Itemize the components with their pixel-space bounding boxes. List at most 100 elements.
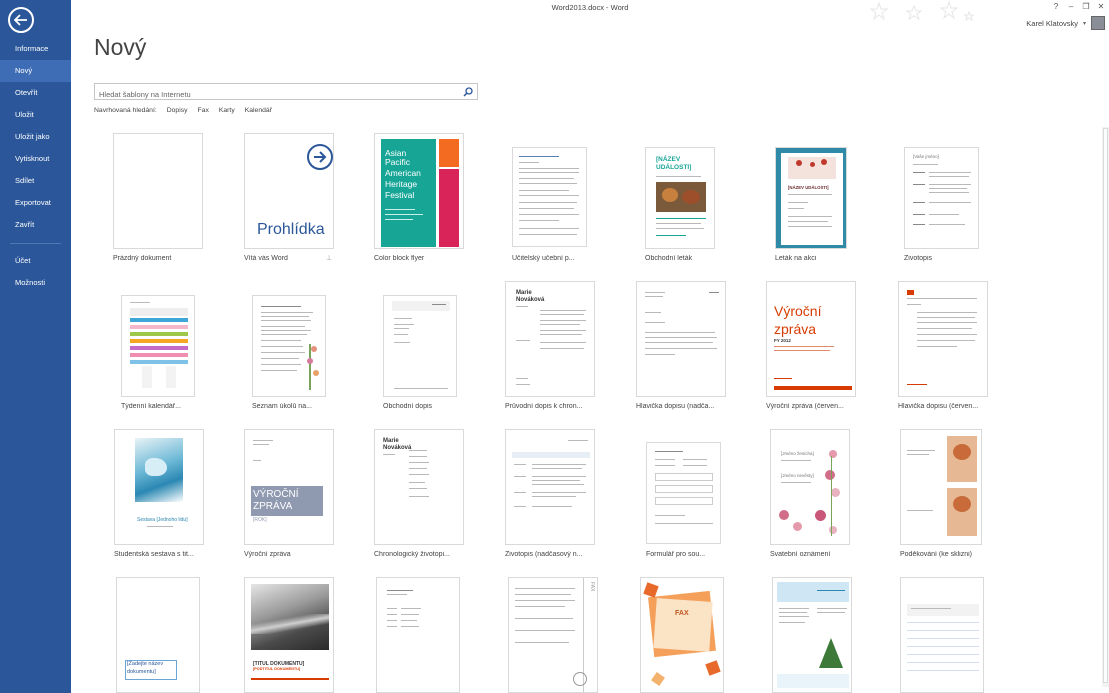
template-label: Hlavička dopisu (červen...: [898, 403, 979, 410]
template-label: Výroční zpráva: [244, 551, 291, 558]
template-label: Výroční zpráva (červen...: [766, 403, 844, 410]
pin-icon[interactable]: ⊥: [326, 254, 332, 262]
template-thumb-photo-title[interactable]: [TITUL DOKUMENTU] [PODTITUL DOKUMENTU]: [244, 577, 334, 693]
preview-line: Festival: [385, 190, 415, 200]
template-thumb-letterhead-red[interactable]: [898, 281, 988, 397]
template-thumb-business-flyer[interactable]: [NÁZEV UDÁLOSTI]: [645, 147, 715, 249]
template-thumb-thanksgiving[interactable]: [900, 429, 982, 545]
search-icon[interactable]: [463, 87, 473, 97]
template-label: Hlavička dopisu (nadča...: [636, 403, 715, 410]
template-thumb-title-doc[interactable]: [Zadejte název dokumentu]: [116, 577, 200, 693]
template-thumb-teacher[interactable]: [512, 147, 587, 247]
user-account[interactable]: Karel Klatovsky ▾: [1026, 16, 1105, 30]
preview-line: ZPRÁVA: [253, 501, 293, 512]
nav-item-ucet[interactable]: Účet: [0, 250, 71, 272]
close-button[interactable]: ✕: [1097, 2, 1105, 12]
template-thumb-wedding[interactable]: [Jméno ženicha] [Jméno nevěsty]: [770, 429, 850, 545]
template-label: Životopis: [904, 255, 933, 262]
template-label: Obchodní dopis: [383, 403, 433, 410]
template-thumb-newsletter[interactable]: [772, 577, 852, 693]
preview-line: American: [385, 168, 421, 178]
stars-background-icon: [869, 0, 975, 22]
template-search-input[interactable]: [95, 87, 455, 102]
preview-line: [Jméno ženicha]: [781, 451, 814, 456]
template-label: Prázdný dokument: [113, 255, 172, 262]
nav-item-vytisknout[interactable]: Vytisknout: [0, 148, 71, 170]
preview-line: VÝROČNÍ: [253, 489, 299, 500]
template-label: Studentská sestava s tit...: [114, 551, 194, 558]
preview-line: Marie: [516, 290, 532, 296]
page-title: Nový: [94, 34, 147, 60]
template-thumb-blank[interactable]: [113, 133, 203, 249]
template-label: Učitelský učební p...: [512, 255, 575, 262]
backstage-sidebar: Informace Nový Otevřít Uložit Uložit jak…: [0, 0, 71, 693]
nav-item-ulozit-jako[interactable]: Uložit jako: [0, 126, 71, 148]
template-thumb-chrono-resume[interactable]: Marie Nováková: [374, 429, 464, 545]
scrollbar-thumb[interactable]: [1103, 128, 1108, 683]
template-thumb-fax-vertical[interactable]: FAX: [508, 577, 598, 693]
nav-item-informace[interactable]: Informace: [0, 38, 71, 60]
arrow-right-circle-icon: [307, 144, 333, 170]
nav-item-sdilet[interactable]: Sdílet: [0, 170, 71, 192]
template-label: Životopis (nadčasový n...: [505, 551, 583, 558]
nav-divider: [10, 243, 61, 244]
template-thumb-business-letter[interactable]: [383, 295, 457, 397]
preview-line: [PODTITUL DOKUMENTU]: [253, 667, 301, 671]
back-button[interactable]: [8, 7, 34, 33]
nav-item-otevrit[interactable]: Otevřít: [0, 82, 71, 104]
template-thumb-welcome[interactable]: Prohlídka: [244, 133, 334, 249]
arrow-left-icon: [14, 14, 27, 26]
user-name: Karel Klatovsky: [1026, 18, 1078, 28]
avatar: [1091, 16, 1105, 30]
template-thumb-notebook[interactable]: [900, 577, 984, 693]
template-thumb-student-report[interactable]: Sestava [Jednoho lidu]: [114, 429, 204, 545]
preview-line: Heritage: [385, 179, 418, 189]
template-label: Seznam úkolů na...: [252, 403, 312, 410]
template-thumb-cover-letter[interactable]: Marie Nováková: [505, 281, 595, 397]
nav-item-ulozit[interactable]: Uložit: [0, 104, 71, 126]
preview-line: Sestava [Jednoho lidu]: [137, 517, 188, 523]
suggested-label: Navrhovaná hledání:: [94, 107, 157, 114]
template-label: Formulář pro sou...: [646, 551, 706, 558]
preview-line: FAX: [675, 610, 689, 617]
template-thumb-memo[interactable]: [376, 577, 460, 693]
template-label: Vítá vás Word: [244, 255, 288, 262]
preview-line: Nováková: [383, 445, 412, 451]
minimize-button[interactable]: –: [1067, 2, 1075, 12]
template-thumb-annual-report[interactable]: VÝROČNÍ ZPRÁVA [ROK]: [244, 429, 334, 545]
template-thumb-letterhead[interactable]: [636, 281, 726, 397]
restore-button[interactable]: ❐: [1082, 2, 1090, 12]
preview-line: FY 2012: [774, 338, 791, 343]
template-thumb-annual-report-red[interactable]: Výroční zpráva FY 2012: [766, 281, 856, 397]
preview-line: Výroční: [774, 303, 822, 319]
preview-line: [ROK]: [253, 517, 267, 523]
help-button[interactable]: ?: [1052, 2, 1060, 12]
template-thumb-resume[interactable]: [Vaše jméno]: [904, 147, 979, 249]
template-label: Color block flyer: [374, 255, 425, 262]
preview-line: [NÁZEV: [656, 156, 681, 163]
preview-line: [Vaše jméno]: [913, 154, 939, 159]
nav-item-novy[interactable]: Nový: [0, 60, 71, 82]
template-thumb-form[interactable]: [646, 442, 721, 544]
template-thumb-timeless-resume[interactable]: [505, 429, 595, 545]
template-thumb-weekly-calendar[interactable]: [121, 295, 195, 397]
nav-item-moznosti[interactable]: Možnosti: [0, 272, 71, 294]
nav-item-exportovat[interactable]: Exportovat: [0, 192, 71, 214]
suggested-link-fax[interactable]: Fax: [198, 107, 209, 114]
preview-title: Prohlídka: [257, 221, 325, 238]
template-thumb-fax-orange[interactable]: FAX: [640, 577, 724, 693]
template-thumb-todo-list[interactable]: [252, 295, 326, 397]
nav-item-zavrit[interactable]: Zavřít: [0, 214, 71, 236]
template-label: Leták na akci: [775, 255, 817, 262]
template-label: Svatební oznámení: [770, 551, 831, 558]
template-label: Chronologický životopi...: [374, 551, 450, 558]
suggested-link-kalendar[interactable]: Kalendář: [245, 107, 272, 114]
template-thumb-event-flyer[interactable]: [NÁZEV UDÁLOSTI]: [775, 147, 847, 249]
preview-line: zpráva: [774, 321, 817, 337]
window-controls: ? – ❐ ✕: [1052, 2, 1105, 12]
preview-line: FAX: [589, 582, 595, 592]
suggested-link-karty[interactable]: Karty: [219, 107, 235, 114]
suggested-link-dopisy[interactable]: Dopisy: [167, 107, 188, 114]
suggested-searches: Navrhovaná hledání: Dopisy Fax Karty Kal…: [94, 107, 272, 114]
template-thumb-color-block[interactable]: Asian Pacific American Heritage Festival: [374, 133, 464, 249]
